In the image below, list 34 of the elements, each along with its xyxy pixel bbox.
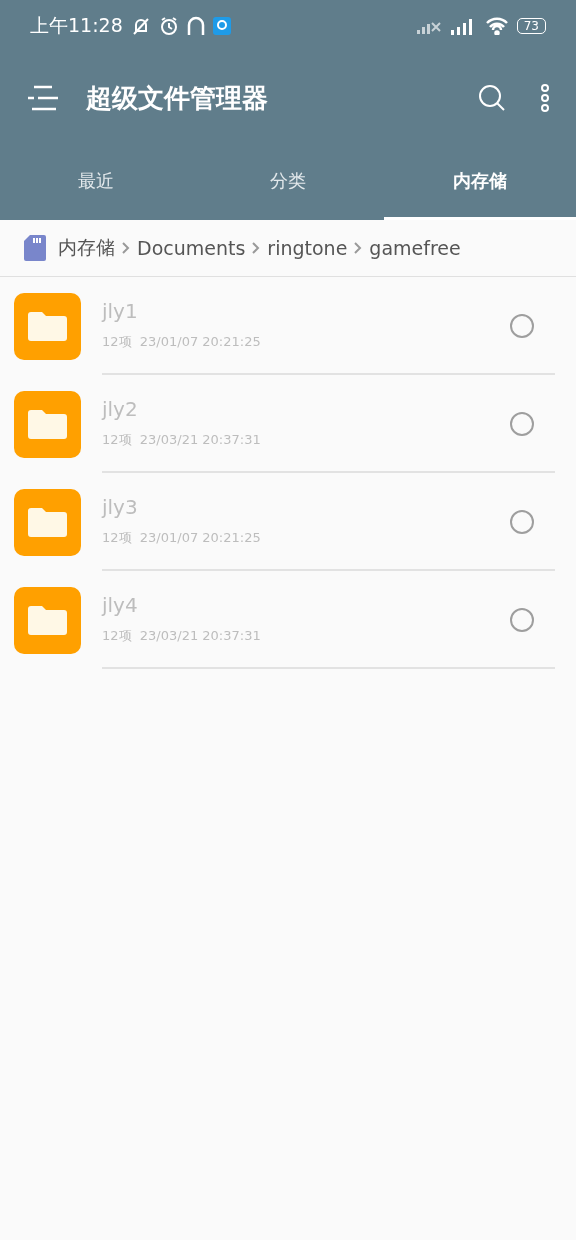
breadcrumb-item[interactable]: Documents xyxy=(137,237,246,259)
alarm-icon xyxy=(158,16,179,36)
folder-meta: 12项 23/03/21 20:37:31 xyxy=(102,627,262,645)
sd-card-icon xyxy=(24,235,46,261)
folder-icon xyxy=(14,292,81,360)
bell-off-icon xyxy=(130,16,151,36)
folder-icon xyxy=(14,390,81,458)
select-checkbox[interactable] xyxy=(510,412,534,436)
battery-level: 73 xyxy=(516,18,546,34)
search-icon[interactable] xyxy=(478,84,506,112)
chevron-icon xyxy=(353,241,364,255)
breadcrumb-item[interactable]: ringtone xyxy=(267,237,348,259)
headphones-icon xyxy=(186,16,205,36)
folder-icon xyxy=(14,488,81,556)
status-time: 上午11:28 xyxy=(30,13,123,38)
folder-icon xyxy=(14,586,81,654)
app-icon xyxy=(212,17,231,35)
menu-icon[interactable] xyxy=(28,85,58,111)
tab[interactable]: 最近 xyxy=(0,144,192,220)
select-checkbox[interactable] xyxy=(510,314,534,338)
folder-meta: 12项 23/01/07 20:21:25 xyxy=(102,333,262,351)
app-title: 超级文件管理器 xyxy=(86,81,269,115)
breadcrumb-item[interactable]: 内存储 xyxy=(58,235,115,261)
wifi-icon xyxy=(484,17,509,35)
more-icon[interactable] xyxy=(540,84,550,112)
chevron-icon xyxy=(121,241,131,255)
folder-meta: 12项 23/03/21 20:37:31 xyxy=(102,431,262,449)
breadcrumb-item[interactable]: gamefree xyxy=(369,237,461,259)
chevron-icon xyxy=(251,241,262,255)
tab[interactable]: 内存储 xyxy=(384,144,576,220)
select-checkbox[interactable] xyxy=(510,510,534,534)
tab[interactable]: 分类 xyxy=(192,144,384,220)
select-checkbox[interactable] xyxy=(510,608,534,632)
folder-meta: 12项 23/01/07 20:21:25 xyxy=(102,529,262,547)
